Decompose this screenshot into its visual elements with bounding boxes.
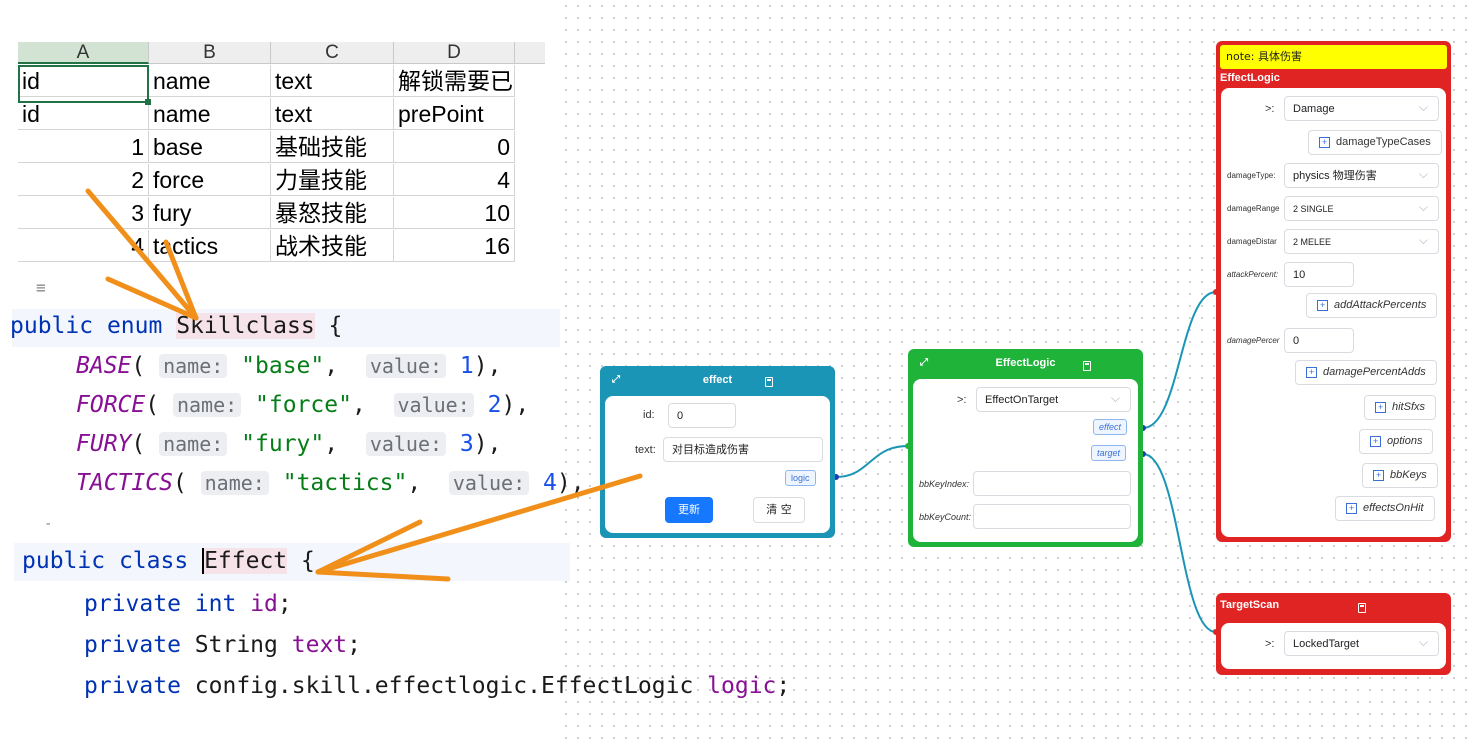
arrow-line bbox=[315, 473, 643, 575]
arrow-line bbox=[85, 188, 199, 321]
arrow-line bbox=[315, 569, 451, 582]
annotation-arrows bbox=[85, 188, 643, 582]
